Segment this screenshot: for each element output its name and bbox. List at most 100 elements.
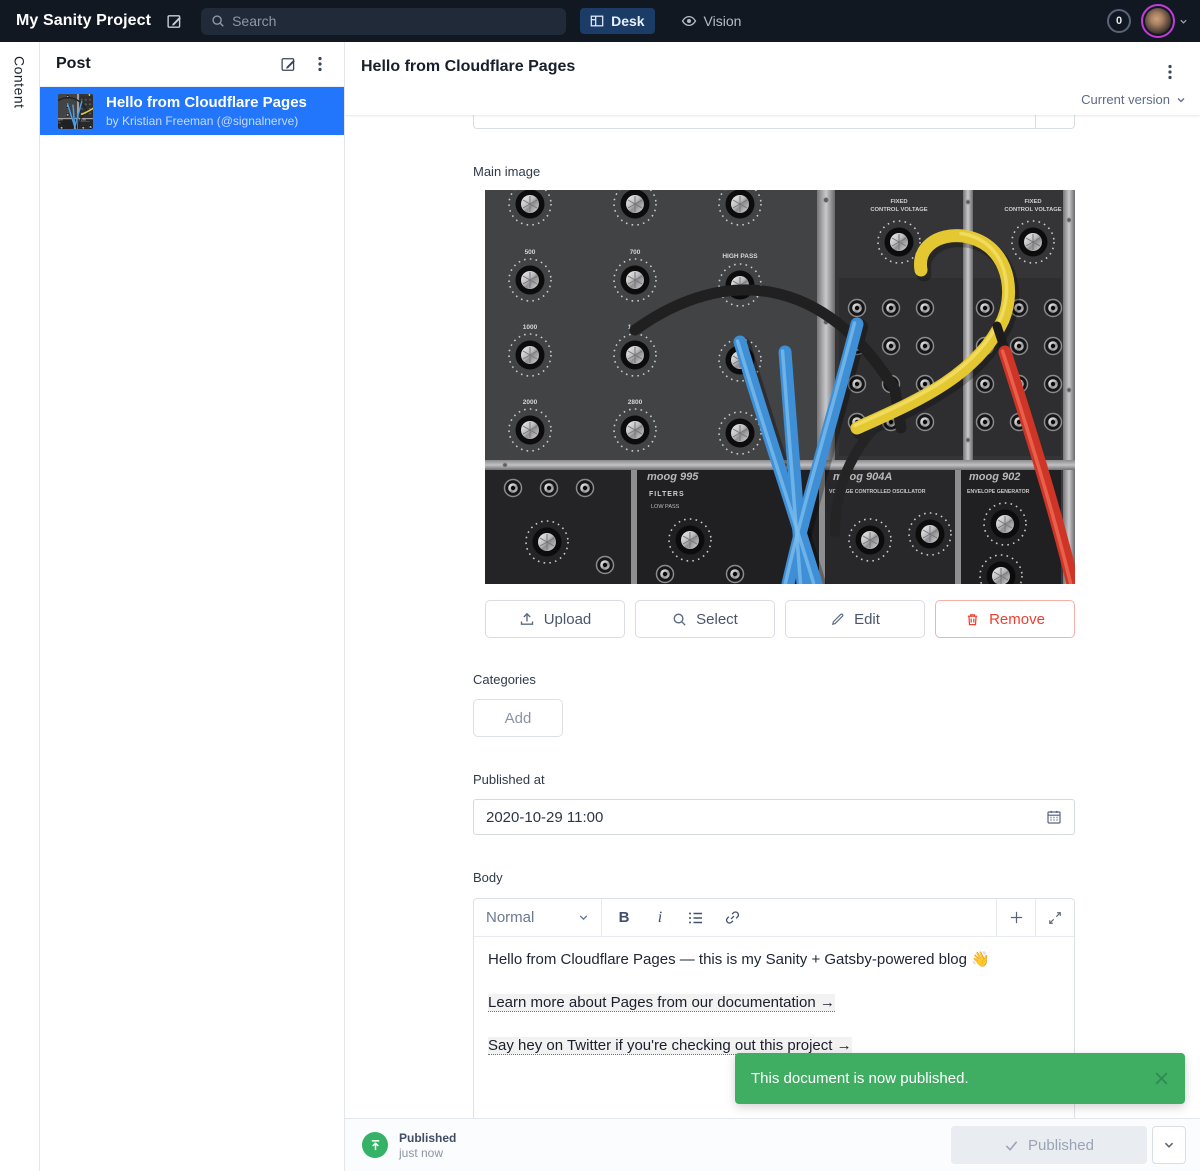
pencil-icon <box>830 612 845 627</box>
sidebar-content-strip[interactable]: Content <box>0 42 40 1171</box>
publish-toast: This document is now published. <box>735 1053 1185 1104</box>
main-image-label: Main image <box>473 164 1075 179</box>
bullet-list-icon <box>688 911 704 925</box>
new-document-button[interactable] <box>159 6 189 36</box>
plus-icon <box>1009 910 1024 925</box>
main-area: Content Post <box>0 42 1200 1171</box>
version-label: Current version <box>1081 92 1170 107</box>
project-title: My Sanity Project <box>16 12 151 30</box>
toast-message: This document is now published. <box>751 1070 1154 1087</box>
published-at-label: Published at <box>473 772 1075 787</box>
pane-menu-button[interactable] <box>304 48 336 80</box>
synth-fixed-label: FIXED <box>890 199 907 205</box>
synth-photo: 500 700 1000 1400 2000 2800 HIGH PASS <box>485 190 1075 584</box>
synth-lowpass-label: LOW PASS <box>651 504 680 510</box>
synth-cv-label: CONTROL VOLTAGE <box>870 207 927 213</box>
select-button[interactable]: Select <box>635 600 775 638</box>
eye-icon <box>681 13 697 29</box>
document-form: Main image <box>345 115 1200 1129</box>
post-list-pane: Post Hello from Cloudflare Pages <box>40 42 345 1171</box>
check-icon <box>1004 1138 1019 1153</box>
add-category-button[interactable]: Add <box>473 699 563 737</box>
bullet-list-button[interactable] <box>680 903 712 933</box>
chevron-down-icon <box>1179 17 1188 26</box>
link-icon <box>725 910 740 925</box>
chevron-down-icon <box>1163 1139 1175 1151</box>
post-list-item-selected[interactable]: Hello from Cloudflare Pages by Kristian … <box>40 87 344 135</box>
published-at-input[interactable] <box>486 809 1036 826</box>
desk-icon <box>590 14 604 28</box>
insert-button[interactable] <box>996 899 1035 936</box>
search-icon <box>672 612 687 627</box>
toolbar-right <box>996 899 1074 936</box>
navbar: My Sanity Project Desk Vision 0 <box>0 0 1200 42</box>
post-item-title: Hello from Cloudflare Pages <box>106 94 307 113</box>
tab-vision-label: Vision <box>704 13 742 29</box>
footer-actions: Published <box>951 1126 1186 1164</box>
document-title: Hello from Cloudflare Pages <box>361 56 1154 76</box>
global-search[interactable] <box>201 8 566 35</box>
format-buttons: B i <box>602 899 996 936</box>
avatar <box>1141 4 1175 38</box>
post-item-subtitle: by Kristian Freeman (@signalnerve) <box>106 114 307 128</box>
user-menu[interactable] <box>1141 4 1188 38</box>
document-header: Hello from Cloudflare Pages Current vers… <box>345 42 1200 115</box>
slug-field-clipped <box>473 115 1075 131</box>
publish-status-label: Published <box>399 1131 456 1145</box>
upload-icon <box>519 611 535 627</box>
document-menu-button[interactable] <box>1154 56 1186 88</box>
post-pane-header: Post <box>40 42 344 87</box>
version-selector[interactable]: Current version <box>361 92 1186 107</box>
tab-desk[interactable]: Desk <box>580 8 654 34</box>
publish-status-time: just now <box>399 1146 456 1160</box>
fullscreen-button[interactable] <box>1035 899 1074 936</box>
sanity-studio: My Sanity Project Desk Vision 0 <box>0 0 1200 1171</box>
tab-vision[interactable]: Vision <box>671 8 752 34</box>
post-item-text: Hello from Cloudflare Pages by Kristian … <box>106 94 307 129</box>
navbar-right: 0 <box>1107 4 1188 38</box>
twitter-link[interactable]: Say hey on Twitter if you're checking ou… <box>488 1037 852 1055</box>
main-image-preview[interactable]: 500 700 1000 1400 2000 2800 HIGH PASS <box>485 190 1075 584</box>
edit-image-button[interactable]: Edit <box>785 600 925 638</box>
post-thumbnail <box>58 94 93 129</box>
docs-link[interactable]: Learn more about Pages from our document… <box>488 994 835 1012</box>
chevron-down-icon <box>578 912 589 923</box>
image-actions: Upload Select Edit <box>485 600 1075 638</box>
editor-toolbar: Normal B i <box>474 899 1074 937</box>
italic-button[interactable]: i <box>644 903 676 933</box>
trash-icon <box>965 612 980 627</box>
kebab-menu-icon <box>318 56 322 72</box>
style-dropdown[interactable]: Normal <box>474 899 602 936</box>
compose-icon <box>280 56 297 73</box>
synth-highpass-label: HIGH PASS <box>722 253 758 260</box>
synth-moog995-label: moog 995 <box>647 471 699 483</box>
pane-title: Post <box>56 55 272 73</box>
close-icon[interactable] <box>1154 1071 1169 1086</box>
document-pane: Hello from Cloudflare Pages Current vers… <box>345 42 1200 1171</box>
categories-label: Categories <box>473 672 1075 687</box>
synth-envgen-label: ENVELOPE GENERATOR <box>967 489 1030 495</box>
tab-desk-label: Desk <box>611 13 644 29</box>
content-strip-label: Content <box>12 56 28 1171</box>
remove-image-button[interactable]: Remove <box>935 600 1075 638</box>
search-input[interactable] <box>232 13 556 29</box>
calendar-icon[interactable] <box>1046 809 1062 825</box>
bold-button[interactable]: B <box>608 903 640 933</box>
synth-filters-label: FILTERS <box>649 491 685 498</box>
create-post-button[interactable] <box>272 48 304 80</box>
synth-freq-label: 700 <box>630 249 641 256</box>
publish-menu-button[interactable] <box>1152 1126 1186 1164</box>
synth-freq-label: 500 <box>525 249 536 256</box>
notifications-badge[interactable]: 0 <box>1107 9 1131 33</box>
slug-input[interactable] <box>473 115 1075 129</box>
publish-status: Published just now <box>399 1131 456 1160</box>
search-icon <box>211 14 225 28</box>
synth-fixed-label: FIXED <box>1024 199 1041 205</box>
body-paragraph: Hello from Cloudflare Pages — this is my… <box>488 949 1060 971</box>
publish-button[interactable]: Published <box>951 1126 1147 1164</box>
upload-button[interactable]: Upload <box>485 600 625 638</box>
body-label: Body <box>473 870 1075 885</box>
synth-freq-label: 1000 <box>523 324 538 331</box>
link-button[interactable] <box>716 903 748 933</box>
published-at-field <box>473 799 1075 835</box>
